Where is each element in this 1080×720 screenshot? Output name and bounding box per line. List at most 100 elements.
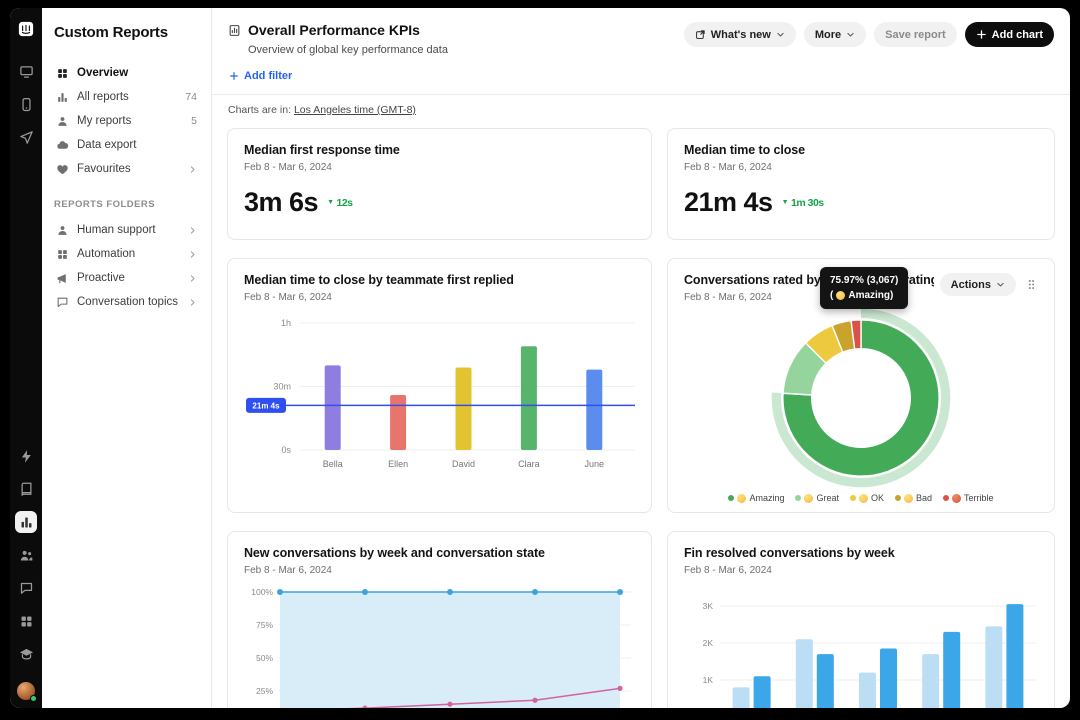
card-median-time-to-close: Median time to close Feb 8 - Mar 6, 2024… — [667, 128, 1055, 240]
card-title: Median first response time — [244, 143, 635, 157]
amazing-face-icon — [836, 291, 845, 300]
actions-label: Actions — [951, 279, 991, 291]
legend-item[interactable]: Bad — [895, 493, 932, 503]
card-date-range: Feb 8 - Mar 6, 2024 — [244, 162, 635, 173]
teammate-bar-chart: 0s30m1hBellaEllenDavidClaraJune21m 4s — [244, 307, 635, 487]
card-median-first-response: Median first response time Feb 8 - Mar 6… — [227, 128, 652, 240]
actions-button[interactable]: Actions — [940, 273, 1016, 296]
sidebar-folder-automation[interactable]: Automation — [54, 242, 199, 266]
save-report-button[interactable]: Save report — [874, 22, 957, 47]
apps-grid-icon[interactable] — [15, 610, 37, 632]
card-date-range: Feb 8 - Mar 6, 2024 — [244, 292, 635, 303]
plus-icon — [229, 71, 239, 81]
more-label: More — [815, 29, 841, 41]
chevron-right-icon — [188, 274, 197, 283]
sidebar-folder-conversation-topics[interactable]: Conversation topics — [54, 290, 199, 314]
whats-new-button[interactable]: What's new — [684, 22, 796, 47]
sidebar-item-my-reports[interactable]: My reports 5 — [54, 109, 199, 133]
donut-tooltip: 75.97% (3,067) ( Amazing) — [820, 267, 908, 309]
svg-text:50%: 50% — [256, 653, 273, 663]
chat-icon[interactable] — [15, 577, 37, 599]
card-date-range: Feb 8 - Mar 6, 2024 — [244, 565, 635, 576]
tooltip-paren: ( — [830, 288, 833, 303]
more-button[interactable]: More — [804, 22, 866, 47]
legend-item[interactable]: Terrible — [943, 493, 994, 503]
legend-dot — [728, 495, 734, 501]
add-chart-button[interactable]: Add chart — [965, 22, 1054, 47]
lightning-icon[interactable] — [15, 445, 37, 467]
legend-label: OK — [871, 493, 884, 503]
legend-dot — [795, 495, 801, 501]
tooltip-label: ( Amazing) — [830, 288, 898, 303]
add-filter-button[interactable]: Add filter — [229, 70, 292, 82]
heart-icon — [56, 163, 69, 176]
sidebar-folder-human-support[interactable]: Human support — [54, 218, 199, 242]
sidebar-item-data-export[interactable]: Data export — [54, 133, 199, 157]
chevron-down-icon — [996, 280, 1005, 289]
kpi-delta: ▼ 1m 30s — [782, 197, 824, 209]
phone-icon[interactable] — [15, 93, 37, 115]
legend-item[interactable]: OK — [850, 493, 884, 503]
item-count: 74 — [185, 91, 197, 103]
reports-icon[interactable] — [15, 511, 37, 533]
chevron-right-icon — [188, 250, 197, 259]
book-icon[interactable] — [15, 478, 37, 500]
chevron-down-icon — [846, 30, 855, 39]
sidebar-item-label: Overview — [77, 67, 197, 79]
sidebar-item-overview[interactable]: Overview — [54, 61, 199, 85]
svg-text:75%: 75% — [256, 620, 273, 630]
sidebar-folder-proactive[interactable]: Proactive — [54, 266, 199, 290]
chevron-down-icon — [776, 30, 785, 39]
sidebar-item-label: Automation — [77, 248, 180, 260]
people-icon[interactable] — [15, 544, 37, 566]
page-subtitle: Overview of global key performance data — [248, 44, 448, 56]
cloud-icon — [56, 139, 69, 152]
send-icon[interactable] — [15, 126, 37, 148]
sidebar-item-label: Data export — [77, 139, 197, 151]
card-new-conversations: New conversations by week and conversati… — [227, 531, 652, 708]
graduation-hat-icon[interactable] — [15, 643, 37, 665]
svg-text:David: David — [452, 459, 475, 469]
legend-item[interactable]: Amazing — [728, 493, 784, 503]
chevron-right-icon — [188, 165, 197, 174]
monitor-icon[interactable] — [15, 60, 37, 82]
intercom-logo-icon[interactable] — [15, 18, 37, 40]
svg-text:100%: 100% — [251, 587, 273, 597]
timezone-prefix: Charts are in: — [228, 104, 291, 116]
triangle-down-icon: ▼ — [327, 199, 333, 206]
sidebar-item-label: All reports — [77, 91, 177, 103]
card-title: New conversations by week and conversati… — [244, 546, 635, 560]
drag-handle-icon[interactable] — [1025, 278, 1038, 291]
app-window: Custom Reports Overview All reports 74 M… — [10, 8, 1070, 708]
sidebar-item-label: My reports — [77, 115, 183, 127]
card-conversations-rated: Conversations rated by conversation rati… — [667, 258, 1055, 513]
app-rail — [10, 8, 42, 708]
plus-icon — [976, 29, 987, 40]
person-icon — [56, 115, 69, 128]
whats-new-label: What's new — [711, 29, 771, 41]
svg-text:Ellen: Ellen — [388, 459, 408, 469]
svg-text:0s: 0s — [281, 445, 291, 455]
svg-text:30m: 30m — [273, 382, 291, 392]
card-date-range: Feb 8 - Mar 6, 2024 — [684, 565, 1038, 576]
user-avatar[interactable] — [17, 682, 35, 700]
triangle-down-icon: ▼ — [782, 199, 788, 206]
svg-text:June: June — [585, 459, 605, 469]
card-title: Median time to close — [684, 143, 1038, 157]
report-doc-icon — [228, 24, 241, 37]
svg-text:3K: 3K — [703, 601, 714, 611]
legend-item[interactable]: Great — [795, 493, 839, 503]
sidebar-item-label: Favourites — [77, 163, 180, 175]
timezone-link[interactable]: Los Angeles time (GMT-8) — [294, 104, 416, 116]
sidebar-item-all-reports[interactable]: All reports 74 — [54, 85, 199, 109]
card-title: Fin resolved conversations by week — [684, 546, 1038, 560]
chevron-right-icon — [188, 298, 197, 307]
chat-bubble-icon — [56, 296, 69, 309]
svg-text:25%: 25% — [256, 686, 273, 696]
kpi-value: 3m 6s ▼ 12s — [244, 187, 635, 218]
rating-face-icon — [859, 494, 868, 503]
legend-dot — [895, 495, 901, 501]
new-conversations-area-chart: 100% 75% 50% 25% — [244, 580, 635, 708]
sidebar-item-favourites[interactable]: Favourites — [54, 157, 199, 181]
sidebar-title: Custom Reports — [54, 24, 199, 41]
